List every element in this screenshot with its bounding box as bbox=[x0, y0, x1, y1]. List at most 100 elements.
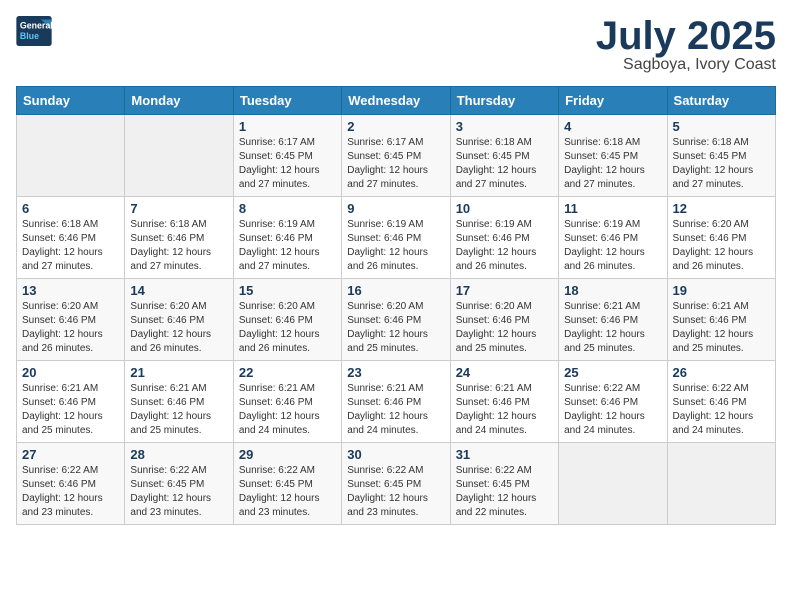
day-info: Sunrise: 6:22 AMSunset: 6:45 PMDaylight:… bbox=[130, 464, 227, 520]
calendar-body: 1 Sunrise: 6:17 AMSunset: 6:45 PMDaylight… bbox=[17, 115, 776, 525]
calendar-header: SundayMondayTuesdayWednesdayThursdayFrid… bbox=[17, 87, 776, 115]
day-cell: 20 Sunrise: 6:21 AMSunset: 6:46 PMDayligh… bbox=[17, 361, 125, 443]
day-number: 16 bbox=[347, 283, 444, 298]
day-cell bbox=[125, 115, 233, 197]
day-cell: 25Sunrise: 6:22 AMSunset: 6:46 PMDayligh… bbox=[559, 361, 667, 443]
day-info: Sunrise: 6:21 AMSunset: 6:46 PMDaylight:… bbox=[22, 382, 119, 438]
day-cell: 18 Sunrise: 6:21 AMSunset: 6:46 PMDayligh… bbox=[559, 279, 667, 361]
day-info: Sunrise: 6:19 AMSunset: 6:46 PMDaylight:… bbox=[347, 218, 444, 274]
header-cell-tuesday: Tuesday bbox=[233, 87, 341, 115]
day-number: 17 bbox=[456, 283, 553, 298]
day-number: 9 bbox=[347, 201, 444, 216]
day-cell: 16 Sunrise: 6:20 AMSunset: 6:46 PMDayligh… bbox=[342, 279, 450, 361]
day-number: 31 bbox=[456, 447, 553, 462]
day-cell: 30 Sunrise: 6:22 AMSunset: 6:45 PMDayligh… bbox=[342, 443, 450, 525]
day-info: Sunrise: 6:22 AMSunset: 6:45 PMDaylight:… bbox=[347, 464, 444, 520]
day-number: 30 bbox=[347, 447, 444, 462]
day-number: 24 bbox=[456, 365, 553, 380]
day-number: 3 bbox=[456, 119, 553, 134]
day-cell: 4 Sunrise: 6:18 AMSunset: 6:45 PMDaylight… bbox=[559, 115, 667, 197]
day-info: Sunrise: 6:21 AMSunset: 6:46 PMDaylight:… bbox=[347, 382, 444, 438]
day-number: 14 bbox=[130, 283, 227, 298]
day-cell: 10 Sunrise: 6:19 AMSunset: 6:46 PMDayligh… bbox=[450, 197, 558, 279]
day-cell: 15 Sunrise: 6:20 AMSunset: 6:46 PMDayligh… bbox=[233, 279, 341, 361]
day-cell: 24Sunrise: 6:21 AMSunset: 6:46 PMDayligh… bbox=[450, 361, 558, 443]
day-info: Sunrise: 6:22 AMSunset: 6:45 PMDaylight:… bbox=[456, 464, 553, 520]
calendar-table: SundayMondayTuesdayWednesdayThursdayFrid… bbox=[16, 86, 776, 525]
day-cell: 27 Sunrise: 6:22 AMSunset: 6:46 PMDayligh… bbox=[17, 443, 125, 525]
day-info: Sunrise: 6:20 AMSunset: 6:46 PMDaylight:… bbox=[347, 300, 444, 356]
title-area: July 2025 Sagboya, Ivory Coast bbox=[596, 16, 776, 74]
day-number: 27 bbox=[22, 447, 119, 462]
day-number: 23 bbox=[347, 365, 444, 380]
week-row-3: 20 Sunrise: 6:21 AMSunset: 6:46 PMDayligh… bbox=[17, 361, 776, 443]
day-number: 13 bbox=[22, 283, 119, 298]
day-cell bbox=[667, 443, 775, 525]
day-info: Sunrise: 6:22 AMSunset: 6:46 PMDaylight:… bbox=[22, 464, 119, 520]
day-cell: 29Sunrise: 6:22 AMSunset: 6:45 PMDayligh… bbox=[233, 443, 341, 525]
day-number: 11 bbox=[564, 201, 661, 216]
day-number: 4 bbox=[564, 119, 661, 134]
day-cell: 26Sunrise: 6:22 AMSunset: 6:46 PMDayligh… bbox=[667, 361, 775, 443]
day-info: Sunrise: 6:21 AMSunset: 6:46 PMDaylight:… bbox=[239, 382, 336, 438]
day-cell: 7Sunrise: 6:18 AMSunset: 6:46 PMDaylight… bbox=[125, 197, 233, 279]
day-info: Sunrise: 6:18 AMSunset: 6:45 PMDaylight:… bbox=[564, 136, 661, 192]
day-info: Sunrise: 6:18 AMSunset: 6:45 PMDaylight:… bbox=[456, 136, 553, 192]
day-info: Sunrise: 6:19 AMSunset: 6:46 PMDaylight:… bbox=[564, 218, 661, 274]
header-cell-friday: Friday bbox=[559, 87, 667, 115]
page-header: General Blue July 2025 Sagboya, Ivory Co… bbox=[16, 16, 776, 74]
header-row: SundayMondayTuesdayWednesdayThursdayFrid… bbox=[17, 87, 776, 115]
day-number: 19 bbox=[673, 283, 770, 298]
location-title: Sagboya, Ivory Coast bbox=[596, 56, 776, 74]
svg-text:Blue: Blue bbox=[20, 31, 39, 41]
day-info: Sunrise: 6:20 AMSunset: 6:46 PMDaylight:… bbox=[673, 218, 770, 274]
day-number: 8 bbox=[239, 201, 336, 216]
day-cell: 22Sunrise: 6:21 AMSunset: 6:46 PMDayligh… bbox=[233, 361, 341, 443]
day-cell: 12Sunrise: 6:20 AMSunset: 6:46 PMDayligh… bbox=[667, 197, 775, 279]
day-info: Sunrise: 6:20 AMSunset: 6:46 PMDaylight:… bbox=[130, 300, 227, 356]
day-info: Sunrise: 6:20 AMSunset: 6:46 PMDaylight:… bbox=[456, 300, 553, 356]
day-cell: 19 Sunrise: 6:21 AMSunset: 6:46 PMDayligh… bbox=[667, 279, 775, 361]
header-cell-wednesday: Wednesday bbox=[342, 87, 450, 115]
day-cell: 11 Sunrise: 6:19 AMSunset: 6:46 PMDayligh… bbox=[559, 197, 667, 279]
day-info: Sunrise: 6:20 AMSunset: 6:46 PMDaylight:… bbox=[239, 300, 336, 356]
day-cell: 31 Sunrise: 6:22 AMSunset: 6:45 PMDayligh… bbox=[450, 443, 558, 525]
week-row-1: 6Sunrise: 6:18 AMSunset: 6:46 PMDaylight… bbox=[17, 197, 776, 279]
month-title: July 2025 bbox=[596, 16, 776, 56]
header-cell-thursday: Thursday bbox=[450, 87, 558, 115]
day-info: Sunrise: 6:17 AMSunset: 6:45 PMDaylight:… bbox=[347, 136, 444, 192]
logo: General Blue bbox=[16, 16, 52, 46]
day-cell: 23 Sunrise: 6:21 AMSunset: 6:46 PMDayligh… bbox=[342, 361, 450, 443]
svg-text:General: General bbox=[20, 20, 52, 30]
day-number: 26 bbox=[673, 365, 770, 380]
day-cell: 8 Sunrise: 6:19 AMSunset: 6:46 PMDaylight… bbox=[233, 197, 341, 279]
day-info: Sunrise: 6:21 AMSunset: 6:46 PMDaylight:… bbox=[130, 382, 227, 438]
day-number: 29 bbox=[239, 447, 336, 462]
day-info: Sunrise: 6:19 AMSunset: 6:46 PMDaylight:… bbox=[456, 218, 553, 274]
day-cell: 3 Sunrise: 6:18 AMSunset: 6:45 PMDaylight… bbox=[450, 115, 558, 197]
day-cell bbox=[17, 115, 125, 197]
day-cell: 28Sunrise: 6:22 AMSunset: 6:45 PMDayligh… bbox=[125, 443, 233, 525]
day-info: Sunrise: 6:19 AMSunset: 6:46 PMDaylight:… bbox=[239, 218, 336, 274]
day-number: 10 bbox=[456, 201, 553, 216]
day-cell: 13Sunrise: 6:20 AMSunset: 6:46 PMDayligh… bbox=[17, 279, 125, 361]
day-number: 5 bbox=[673, 119, 770, 134]
day-number: 20 bbox=[22, 365, 119, 380]
day-info: Sunrise: 6:21 AMSunset: 6:46 PMDaylight:… bbox=[564, 300, 661, 356]
day-cell: 14 Sunrise: 6:20 AMSunset: 6:46 PMDayligh… bbox=[125, 279, 233, 361]
day-cell: 2Sunrise: 6:17 AMSunset: 6:45 PMDaylight… bbox=[342, 115, 450, 197]
header-cell-monday: Monday bbox=[125, 87, 233, 115]
day-info: Sunrise: 6:17 AMSunset: 6:45 PMDaylight:… bbox=[239, 136, 336, 192]
day-info: Sunrise: 6:18 AMSunset: 6:45 PMDaylight:… bbox=[673, 136, 770, 192]
day-number: 15 bbox=[239, 283, 336, 298]
week-row-2: 13 Sunrise: 6:20 AMSunset: 6:46 PMDayligh… bbox=[17, 279, 776, 361]
day-cell: 21 Sunrise: 6:21 AMSunset: 6:46 PMDayligh… bbox=[125, 361, 233, 443]
day-number: 6 bbox=[22, 201, 119, 216]
header-cell-saturday: Saturday bbox=[667, 87, 775, 115]
logo-icon: General Blue bbox=[16, 16, 52, 46]
day-number: 21 bbox=[130, 365, 227, 380]
day-cell: 1 Sunrise: 6:17 AMSunset: 6:45 PMDaylight… bbox=[233, 115, 341, 197]
day-number: 18 bbox=[564, 283, 661, 298]
day-number: 1 bbox=[239, 119, 336, 134]
day-info: Sunrise: 6:21 AMSunset: 6:46 PMDaylight:… bbox=[673, 300, 770, 356]
